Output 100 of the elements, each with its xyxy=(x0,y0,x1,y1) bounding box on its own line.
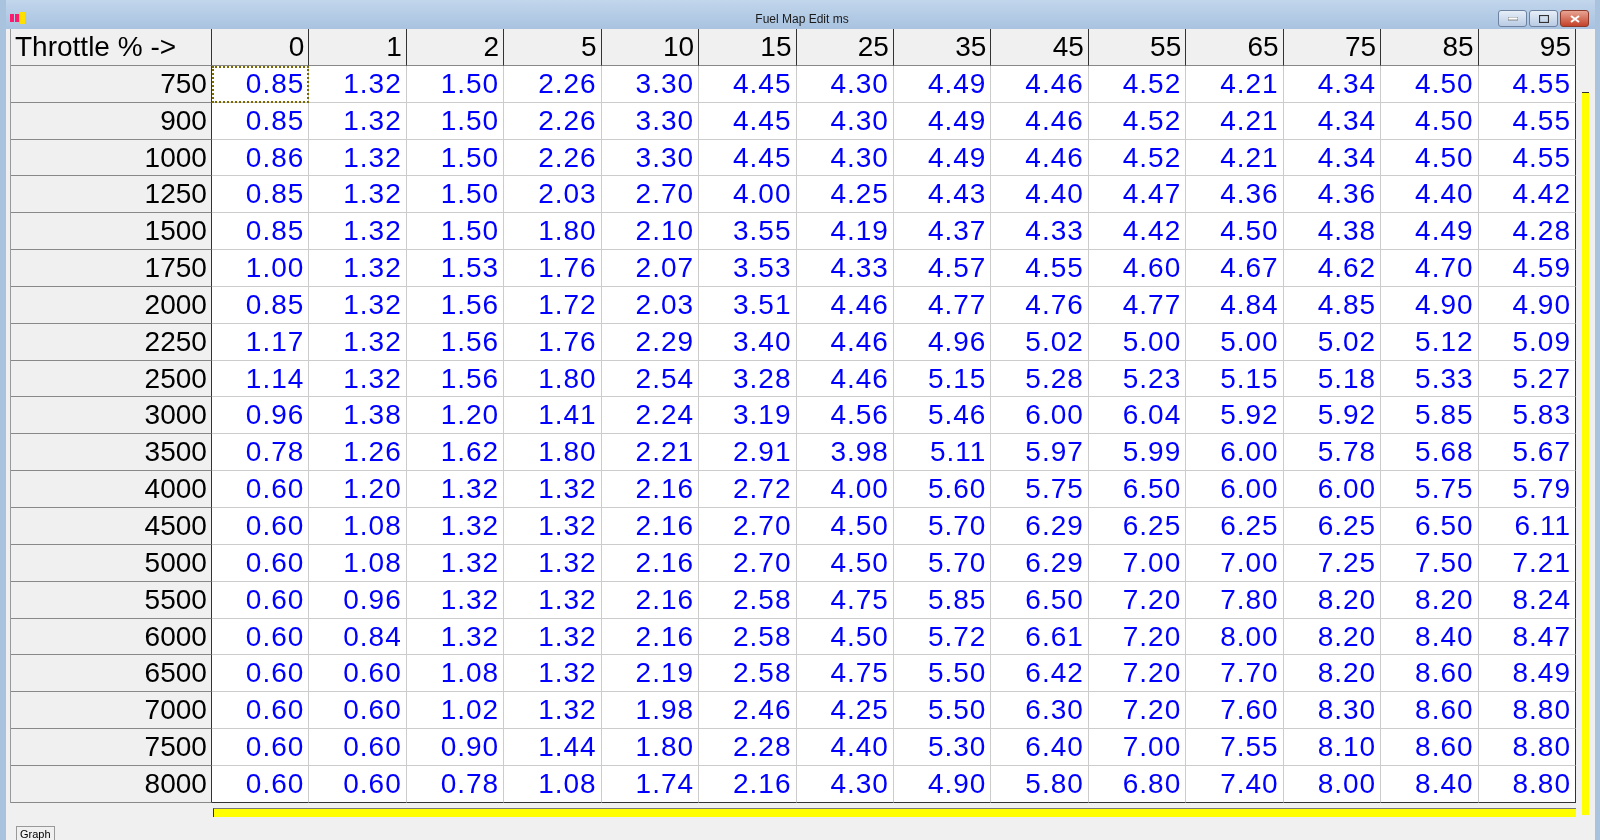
table-cell[interactable]: 4.46 xyxy=(991,65,1089,103)
table-cell[interactable]: 5.92 xyxy=(1283,397,1382,435)
table-cell[interactable]: 6.25 xyxy=(1186,507,1284,545)
maximize-button[interactable] xyxy=(1529,10,1558,27)
table-cell[interactable]: 2.10 xyxy=(601,213,700,251)
table-cell[interactable]: 2.72 xyxy=(699,471,797,508)
table-cell[interactable]: 0.60 xyxy=(211,581,310,619)
table-cell[interactable]: 5.92 xyxy=(1186,397,1284,435)
table-cell[interactable]: 5.02 xyxy=(991,323,1089,361)
table-cell[interactable]: 6.50 xyxy=(1088,471,1187,508)
table-cell[interactable]: 4.70 xyxy=(1381,250,1479,287)
table-cell[interactable]: 4.84 xyxy=(1186,286,1284,324)
table-cell[interactable]: 0.60 xyxy=(211,471,310,508)
table-cell[interactable]: 1.44 xyxy=(504,729,602,766)
table-cell[interactable]: 4.42 xyxy=(1088,213,1187,251)
table-cell[interactable]: 4.49 xyxy=(893,65,992,103)
table-cell[interactable]: 3.30 xyxy=(601,65,700,103)
table-cell[interactable]: 2.16 xyxy=(601,581,700,619)
table-cell[interactable]: 5.75 xyxy=(991,471,1089,508)
table-cell[interactable]: 3.40 xyxy=(699,323,797,361)
table-cell[interactable]: 4.59 xyxy=(1478,250,1576,287)
table-cell[interactable]: 7.80 xyxy=(1186,581,1284,619)
table-cell[interactable]: 6.50 xyxy=(991,581,1089,619)
table-cell[interactable]: 4.36 xyxy=(1283,176,1382,214)
table-cell[interactable]: 1.32 xyxy=(406,581,505,619)
table-cell[interactable]: 8.49 xyxy=(1478,655,1576,693)
table-cell[interactable]: 2.26 xyxy=(504,102,602,140)
table-cell[interactable]: 3.55 xyxy=(699,213,797,251)
table-cell[interactable]: 0.60 xyxy=(211,544,310,582)
table-cell[interactable]: 6.25 xyxy=(1088,507,1187,545)
table-cell[interactable]: 5.78 xyxy=(1283,434,1382,472)
table-cell[interactable]: 5.28 xyxy=(991,360,1089,398)
table-cell[interactable]: 4.45 xyxy=(699,139,797,177)
table-cell[interactable]: 4.40 xyxy=(1381,176,1479,214)
table-cell[interactable]: 2.21 xyxy=(601,434,700,472)
table-cell[interactable]: 0.78 xyxy=(211,434,310,472)
table-cell[interactable]: 7.00 xyxy=(1088,544,1187,582)
table-cell[interactable]: 6.61 xyxy=(991,618,1089,656)
table-cell[interactable]: 6.25 xyxy=(1283,507,1382,545)
table-cell[interactable]: 4.75 xyxy=(796,581,894,619)
table-cell[interactable]: 1.32 xyxy=(309,139,407,177)
table-cell[interactable]: 4.25 xyxy=(796,176,894,214)
table-cell[interactable]: 1.08 xyxy=(309,507,407,545)
table-cell[interactable]: 1.32 xyxy=(309,250,407,287)
table-cell[interactable]: 4.45 xyxy=(699,65,797,103)
table-cell[interactable]: 5.70 xyxy=(893,507,992,545)
table-cell[interactable]: 2.46 xyxy=(699,692,797,730)
table-cell[interactable]: 4.46 xyxy=(991,139,1089,177)
table-cell[interactable]: 6.30 xyxy=(991,692,1089,730)
table-cell[interactable]: 7.00 xyxy=(1088,729,1187,766)
table-cell[interactable]: 1.56 xyxy=(406,286,505,324)
table-cell[interactable]: 1.17 xyxy=(211,323,310,361)
table-cell[interactable]: 5.80 xyxy=(991,765,1089,803)
table-cell[interactable]: 5.30 xyxy=(893,729,992,766)
table-cell[interactable]: 4.90 xyxy=(1478,286,1576,324)
table-cell[interactable]: 0.60 xyxy=(211,507,310,545)
table-cell[interactable]: 4.90 xyxy=(893,765,992,803)
table-cell[interactable]: 5.00 xyxy=(1186,323,1284,361)
table-cell[interactable]: 0.85 xyxy=(211,286,310,324)
table-cell[interactable]: 1.32 xyxy=(504,655,602,693)
table-cell[interactable]: 4.40 xyxy=(796,729,894,766)
table-cell[interactable]: 1.32 xyxy=(504,544,602,582)
table-cell[interactable]: 4.34 xyxy=(1283,65,1382,103)
table-cell[interactable]: 1.32 xyxy=(309,360,407,398)
table-cell[interactable]: 3.51 xyxy=(699,286,797,324)
table-cell[interactable]: 7.20 xyxy=(1088,655,1187,693)
table-cell[interactable]: 6.11 xyxy=(1478,507,1576,545)
table-cell[interactable]: 0.60 xyxy=(309,729,407,766)
table-cell[interactable]: 5.83 xyxy=(1478,397,1576,435)
table-cell[interactable]: 4.30 xyxy=(796,765,894,803)
table-cell[interactable]: 1.20 xyxy=(309,471,407,508)
table-cell[interactable]: 6.00 xyxy=(1186,471,1284,508)
table-cell[interactable]: 4.90 xyxy=(1381,286,1479,324)
table-cell[interactable]: 7.21 xyxy=(1478,544,1576,582)
table-cell[interactable]: 1.20 xyxy=(406,397,505,435)
table-cell[interactable]: 0.85 xyxy=(211,65,310,103)
table-cell[interactable]: 1.32 xyxy=(406,618,505,656)
table-cell[interactable]: 4.21 xyxy=(1186,139,1284,177)
table-cell[interactable]: 2.16 xyxy=(601,471,700,508)
table-cell[interactable]: 8.20 xyxy=(1283,581,1382,619)
table-cell[interactable]: 5.50 xyxy=(893,692,992,730)
table-cell[interactable]: 7.00 xyxy=(1186,544,1284,582)
table-cell[interactable]: 4.50 xyxy=(1381,65,1479,103)
table-cell[interactable]: 4.62 xyxy=(1283,250,1382,287)
table-cell[interactable]: 2.16 xyxy=(601,544,700,582)
table-cell[interactable]: 5.00 xyxy=(1088,323,1187,361)
table-cell[interactable]: 4.21 xyxy=(1186,65,1284,103)
close-button[interactable] xyxy=(1560,10,1589,27)
table-cell[interactable]: 1.50 xyxy=(406,102,505,140)
table-cell[interactable]: 1.38 xyxy=(309,397,407,435)
table-cell[interactable]: 6.42 xyxy=(991,655,1089,693)
table-cell[interactable]: 4.96 xyxy=(893,323,992,361)
table-cell[interactable]: 8.47 xyxy=(1478,618,1576,656)
table-cell[interactable]: 6.04 xyxy=(1088,397,1187,435)
table-cell[interactable]: 0.96 xyxy=(211,397,310,435)
table-cell[interactable]: 4.52 xyxy=(1088,65,1187,103)
table-cell[interactable]: 0.84 xyxy=(309,618,407,656)
table-cell[interactable]: 2.16 xyxy=(601,507,700,545)
table-cell[interactable]: 8.20 xyxy=(1381,581,1479,619)
table-cell[interactable]: 1.80 xyxy=(601,729,700,766)
